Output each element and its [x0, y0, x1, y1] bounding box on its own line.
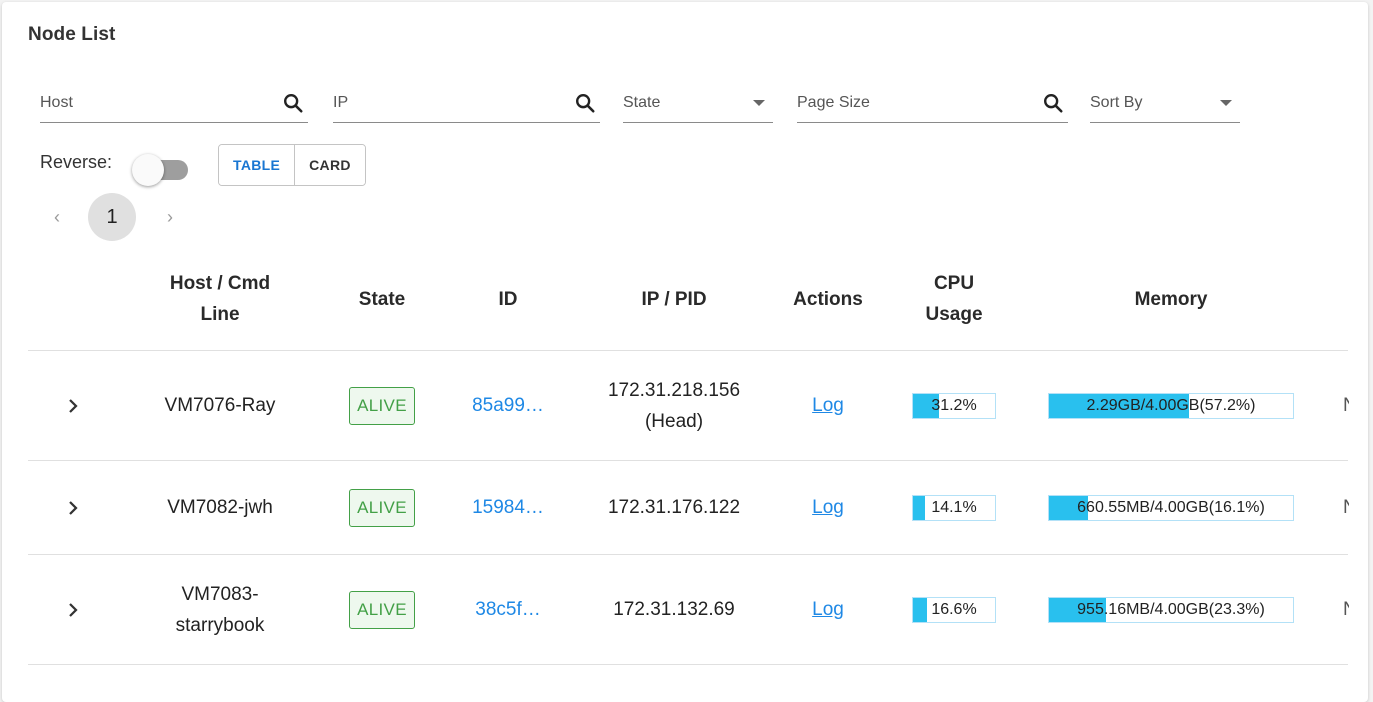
page-1-button[interactable]: 1: [88, 193, 136, 241]
status-badge: ALIVE: [349, 488, 415, 527]
memory-usage-bar: 2.29GB/4.00GB(57.2%): [1048, 392, 1294, 419]
page-size-label: Page Size: [797, 94, 870, 111]
host-search-field[interactable]: Host: [40, 82, 308, 123]
reverse-switch[interactable]: [132, 151, 190, 186]
search-icon[interactable]: [282, 92, 304, 114]
cpu-cell: 14.1%: [912, 461, 996, 554]
actions-cell: Log: [776, 461, 880, 554]
header-cpu: CPU Usage: [925, 273, 983, 325]
expand-cell: [28, 555, 118, 664]
log-link[interactable]: Log: [812, 492, 844, 523]
chevron-right-icon[interactable]: [64, 499, 82, 517]
memory-cell: 660.55MB/4.00GB(16.1%): [1046, 461, 1296, 554]
memory-cell: 2.29GB/4.00GB(57.2%): [1046, 351, 1296, 460]
status-badge: ALIVE: [349, 386, 415, 425]
cpu-usage-bar: 16.6%: [912, 596, 996, 623]
id-cell: 85a99…: [458, 351, 558, 460]
ip-search-label: IP: [333, 94, 349, 111]
chevron-right-icon[interactable]: [64, 601, 82, 619]
memory-usage-bar: 955.16MB/4.00GB(23.3%): [1048, 596, 1294, 623]
sort-by-select[interactable]: Sort By: [1090, 82, 1240, 123]
header-id: ID: [498, 288, 518, 310]
state-cell: ALIVE: [332, 555, 432, 664]
header-ip: IP / PID: [641, 288, 707, 310]
reverse-label: Reverse:: [40, 152, 113, 172]
ip-cell: 172.31.176.122: [607, 497, 741, 518]
status-badge: ALIVE: [349, 590, 415, 629]
host-cell: VM7082-jwh: [167, 497, 273, 518]
table-row: VM7076-Ray ALIVE 85a99… 172.31.218.156 (…: [28, 351, 1349, 461]
sort-by-label: Sort By: [1090, 94, 1143, 111]
caret-down-icon: [1220, 100, 1232, 106]
memory-usage-text: 660.55MB/4.00GB(16.1%): [1077, 498, 1265, 516]
prev-page-button[interactable]: ‹: [42, 202, 72, 232]
next-page-button[interactable]: ›: [155, 202, 185, 232]
node-id-link[interactable]: 38c5f…: [475, 594, 540, 625]
cpu-cell: 31.2%: [912, 351, 996, 460]
id-cell: 15984…: [458, 461, 558, 554]
reverse-switch-thumb[interactable]: [132, 154, 164, 186]
ip-cell: 172.31.218.156 (Head): [607, 379, 741, 432]
log-link[interactable]: Log: [812, 390, 844, 421]
memory-cell: 955.16MB/4.00GB(23.3%): [1046, 555, 1296, 664]
table-row: VM7082-jwh ALIVE 15984… 172.31.176.122 L…: [28, 461, 1349, 555]
memory-usage-text: 955.16MB/4.00GB(23.3%): [1077, 600, 1265, 618]
host-search-label: Host: [40, 94, 73, 111]
header-memory: Memory: [1134, 288, 1208, 310]
actions-cell: Log: [776, 351, 880, 460]
cpu-cell: 16.6%: [912, 555, 996, 664]
memory-usage-bar: 660.55MB/4.00GB(16.1%): [1048, 494, 1294, 521]
search-icon[interactable]: [574, 92, 596, 114]
expand-cell: [28, 461, 118, 554]
expand-cell: [28, 351, 118, 460]
caret-down-icon: [753, 100, 765, 106]
state-select-label: State: [623, 94, 661, 111]
ip-cell: 172.31.132.69: [613, 599, 735, 620]
cpu-usage-text: 14.1%: [931, 498, 977, 516]
state-select[interactable]: State: [623, 82, 773, 123]
table-row: VM7083-starrybook ALIVE 38c5f… 172.31.13…: [28, 555, 1349, 665]
header-state: State: [358, 288, 406, 310]
node-list-panel: Node List Host IP State Page Size Sort B…: [2, 2, 1368, 702]
log-link[interactable]: Log: [812, 594, 844, 625]
memory-usage-text: 2.29GB/4.00GB(57.2%): [1086, 396, 1256, 414]
header-expand: [28, 248, 118, 350]
node-id-link[interactable]: 15984…: [472, 492, 544, 523]
search-icon[interactable]: [1042, 92, 1064, 114]
table-view-button[interactable]: TABLE: [219, 145, 295, 185]
header-actions: Actions: [793, 288, 863, 310]
overflow-column-text: N: [1343, 461, 1349, 554]
page-title: Node List: [28, 24, 116, 45]
card-view-button[interactable]: CARD: [294, 145, 365, 185]
page-size-field[interactable]: Page Size: [797, 82, 1068, 123]
cpu-usage-text: 16.6%: [931, 600, 977, 618]
host-cell: VM7076-Ray: [164, 395, 276, 416]
chevron-right-icon[interactable]: [64, 397, 82, 415]
ip-search-field[interactable]: IP: [333, 82, 600, 123]
id-cell: 38c5f…: [458, 555, 558, 664]
node-id-link[interactable]: 85a99…: [472, 390, 544, 421]
cpu-usage-text: 31.2%: [931, 396, 977, 414]
header-host: Host / Cmd Line: [169, 273, 271, 325]
view-toggle-group: TABLE CARD: [218, 144, 366, 186]
cpu-usage-bar: 31.2%: [912, 392, 996, 419]
actions-cell: Log: [776, 555, 880, 664]
cpu-usage-bar: 14.1%: [912, 494, 996, 521]
state-cell: ALIVE: [332, 351, 432, 460]
state-cell: ALIVE: [332, 461, 432, 554]
overflow-column-text: N: [1343, 555, 1349, 664]
host-cell: VM7083-starrybook: [175, 583, 265, 636]
overflow-column-text: N: [1343, 351, 1349, 460]
